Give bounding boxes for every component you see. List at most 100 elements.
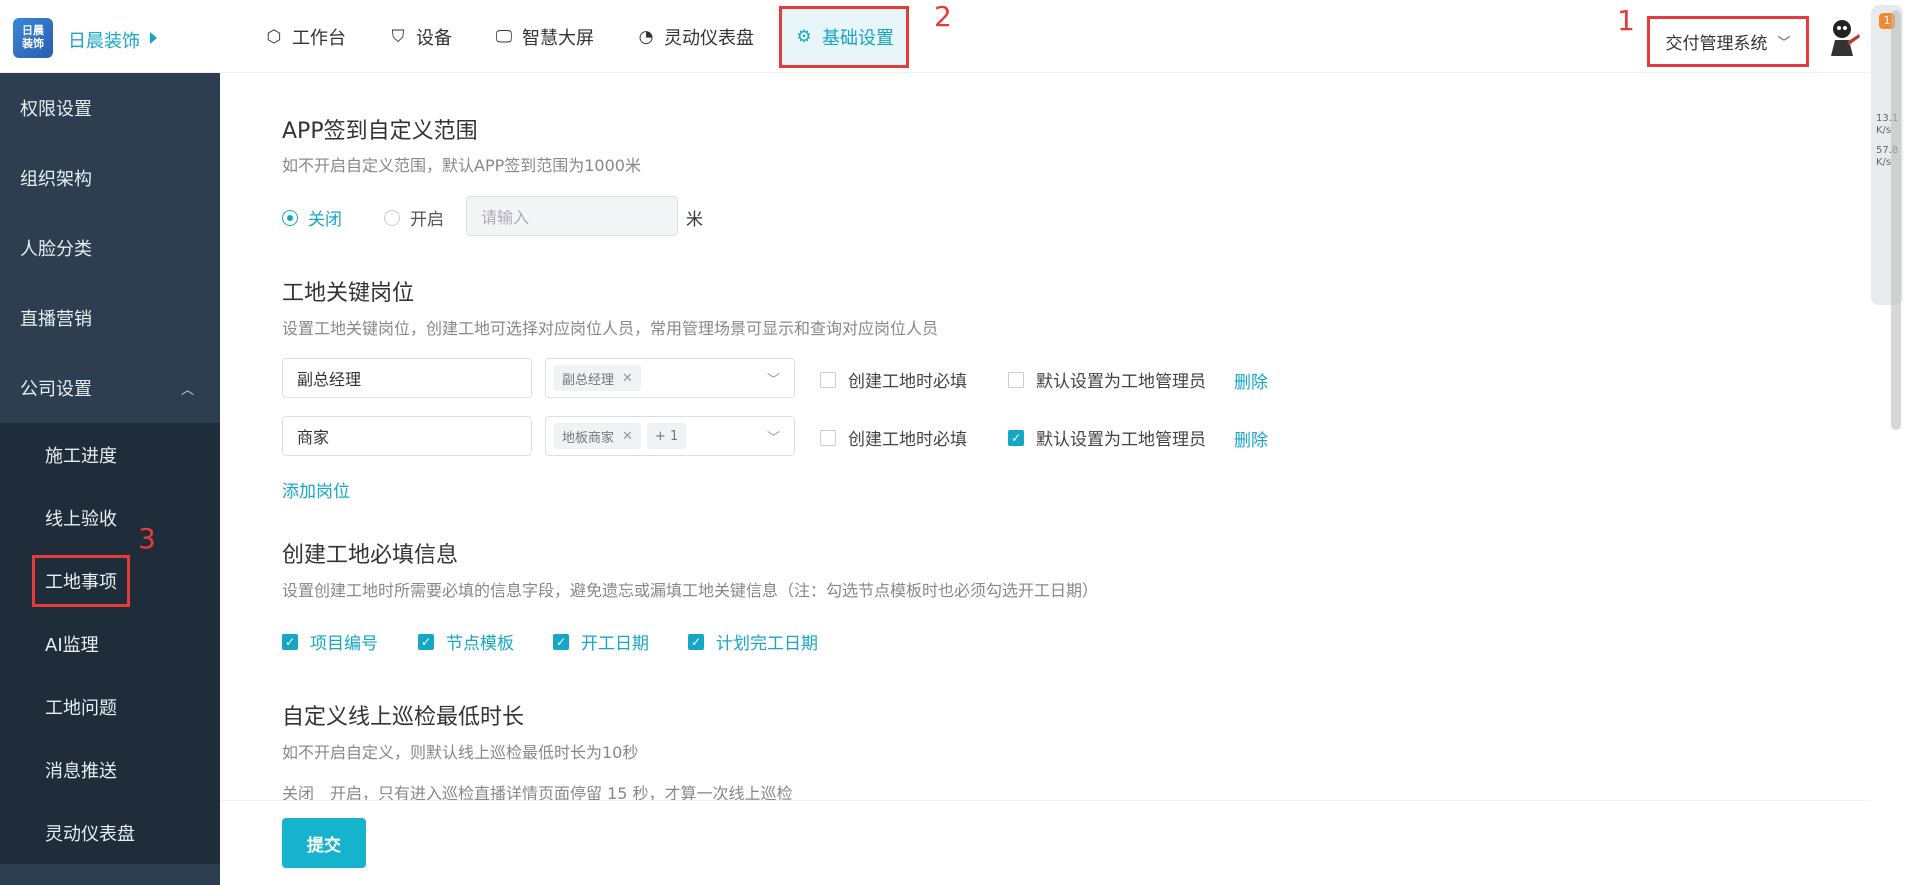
page-scrollbar[interactable] bbox=[1891, 10, 1901, 430]
checkin-radio-on[interactable]: 开启 bbox=[384, 205, 444, 230]
member-tag: 地板商家 ✕ bbox=[554, 423, 641, 449]
sidebar-subitem-label: 施工进度 bbox=[45, 445, 117, 467]
tag-label: 地板商家 bbox=[562, 430, 615, 446]
avatar[interactable] bbox=[1821, 16, 1863, 58]
checkin-range-input[interactable]: 请输入 bbox=[466, 196, 678, 236]
gear-icon: ⚙ bbox=[796, 26, 812, 47]
nav-item-workbench[interactable]: ⬡ 工作台 bbox=[250, 17, 360, 57]
nav-item-dashboard[interactable]: ◔ 灵动仪表盘 bbox=[622, 17, 768, 57]
sidebar-subitem-site-matters[interactable]: 工地事项 bbox=[0, 549, 220, 612]
close-icon[interactable]: ✕ bbox=[622, 429, 633, 444]
checkbox-box: ✓ bbox=[418, 633, 434, 650]
field-checkbox-end-date[interactable]: ✓ 计划完工日期 bbox=[688, 629, 818, 654]
checkbox-box: ✓ bbox=[553, 633, 569, 650]
sidebar-subitem-progress[interactable]: 施工进度 bbox=[0, 423, 220, 486]
role-admin-checkbox[interactable]: 默认设置为工地管理员 bbox=[1008, 367, 1206, 392]
radio-dot bbox=[384, 209, 400, 226]
delete-role-link[interactable]: 删除 bbox=[1234, 426, 1268, 451]
cube-icon: ⬡ bbox=[266, 26, 282, 47]
checkbox-box bbox=[820, 371, 836, 388]
role-name-input[interactable]: 副总经理 bbox=[282, 358, 532, 398]
brand-name[interactable]: 日晨装饰 bbox=[68, 27, 140, 53]
system-select[interactable]: 交付管理系统 ﹀ bbox=[1647, 16, 1809, 67]
sidebar-item-label: 直播营销 bbox=[20, 309, 92, 330]
sidebar-item-live[interactable]: 直播营销 bbox=[0, 283, 220, 353]
submit-button[interactable]: 提交 bbox=[282, 818, 366, 868]
patrol-options-partial: 关闭 开启，只有进入巡检直播详情页面停留 15 秒，才算一次线上巡检 bbox=[282, 784, 793, 800]
brand-logo[interactable]: 日晨 装饰 bbox=[13, 18, 53, 58]
main-nav: ⬡ 工作台 ⛉ 设备 🖵 智慧大屏 ◔ 灵动仪表盘 ⚙ 基础设置 bbox=[250, 0, 920, 73]
chevron-up-icon: ︿ bbox=[180, 382, 194, 398]
range-unit: 米 bbox=[686, 210, 703, 230]
role-admin-checkbox[interactable]: ✓ 默认设置为工地管理员 bbox=[1008, 425, 1206, 450]
caret-right-icon[interactable] bbox=[150, 32, 157, 44]
gauge-icon: ◔ bbox=[638, 26, 654, 47]
sidebar-subitem-ai-supervision[interactable]: AI监理 bbox=[0, 612, 220, 675]
sidebar-subitem-site-issues[interactable]: 工地问题 bbox=[0, 675, 220, 738]
sidebar-item-org[interactable]: 组织架构 bbox=[0, 143, 220, 213]
sidebar-subitem-acceptance[interactable]: 线上验收 bbox=[0, 486, 220, 549]
nav-label: 基础设置 bbox=[822, 27, 894, 49]
role-required-checkbox[interactable]: 创建工地时必填 bbox=[820, 367, 967, 392]
radio-label: 开启 bbox=[410, 210, 444, 230]
nav-item-basic-settings[interactable]: ⚙ 基础设置 bbox=[779, 5, 909, 68]
field-checkbox-project-no[interactable]: ✓ 项目编号 bbox=[282, 629, 378, 654]
checkbox-box: ✓ bbox=[688, 633, 704, 650]
sidebar-subitem-label: 灵动仪表盘 bbox=[45, 823, 135, 845]
delete-role-link[interactable]: 删除 bbox=[1234, 368, 1268, 393]
section-title-checkin: APP签到自定义范围 bbox=[282, 119, 478, 144]
monitor-icon: 🖵 bbox=[495, 26, 513, 47]
add-role-link[interactable]: 添加岗位 bbox=[282, 477, 350, 502]
more-count: + 1 bbox=[654, 428, 679, 444]
system-select-value: 交付管理系统 bbox=[1665, 34, 1768, 54]
role-members-select[interactable]: 副总经理 ✕ ﹀ bbox=[545, 358, 795, 398]
sidebar-item-permissions[interactable]: 权限设置 bbox=[0, 73, 220, 143]
main-content: APP签到自定义范围 如不开启自定义范围，默认APP签到范围为1000米 关闭 … bbox=[220, 73, 1870, 800]
app-root: 日晨 装饰 日晨装饰 ⬡ 工作台 ⛉ 设备 🖵 智慧大屏 ◔ 灵动仪表盘 ⚙ 基础… bbox=[0, 0, 1910, 885]
top-bar: 日晨 装饰 日晨装饰 ⬡ 工作台 ⛉ 设备 🖵 智慧大屏 ◔ 灵动仪表盘 ⚙ 基础… bbox=[0, 0, 1870, 73]
checkbox-label: 开工日期 bbox=[581, 634, 649, 654]
annotation-3: 3 bbox=[138, 522, 156, 555]
sidebar-subitem-label: AI监理 bbox=[45, 634, 99, 656]
checkbox-label: 创建工地时必填 bbox=[848, 430, 967, 450]
field-checkbox-node-template[interactable]: ✓ 节点模板 bbox=[418, 629, 514, 654]
checkbox-box bbox=[1008, 371, 1024, 388]
radio-dot bbox=[282, 209, 298, 226]
radio-label: 关闭 bbox=[308, 210, 342, 230]
sidebar-item-face[interactable]: 人脸分类 bbox=[0, 213, 220, 283]
company-submenu: 施工进度 线上验收 工地事项 AI监理 工地问题 消息推送 灵动仪表盘 bbox=[0, 423, 220, 864]
checkbox-box: ✓ bbox=[282, 633, 298, 650]
nav-item-device[interactable]: ⛉ 设备 bbox=[374, 17, 466, 57]
checkbox-box: ✓ bbox=[1008, 429, 1024, 446]
role-name-input[interactable]: 商家 bbox=[282, 416, 532, 456]
sidebar-subitem-dashboard[interactable]: 灵动仪表盘 bbox=[0, 801, 220, 864]
chevron-down-icon: ﹀ bbox=[766, 373, 780, 388]
sidebar-item-label: 公司设置 bbox=[20, 379, 92, 400]
sidebar-subitem-label: 工地事项 bbox=[32, 554, 130, 607]
role-members-select[interactable]: 地板商家 ✕ + 1 ﹀ bbox=[545, 416, 795, 456]
field-checkbox-start-date[interactable]: ✓ 开工日期 bbox=[553, 629, 649, 654]
checkbox-label: 节点模板 bbox=[446, 634, 514, 654]
chevron-down-icon: ﹀ bbox=[766, 431, 780, 446]
section-desc-required-info: 设置创建工地时所需要必填的信息字段，避免遗忘或漏填工地关键信息（注：勾选节点模板… bbox=[282, 581, 1099, 600]
tag-label: 副总经理 bbox=[562, 372, 615, 388]
sidebar-subitem-push[interactable]: 消息推送 bbox=[0, 738, 220, 801]
nav-label: 灵动仪表盘 bbox=[664, 27, 754, 49]
input-placeholder: 请输入 bbox=[481, 208, 530, 227]
nav-item-smart-screen[interactable]: 🖵 智慧大屏 bbox=[480, 17, 608, 57]
section-desc-checkin: 如不开启自定义范围，默认APP签到范围为1000米 bbox=[282, 156, 641, 175]
chevron-down-icon: ﹀ bbox=[1777, 36, 1791, 51]
role-required-checkbox[interactable]: 创建工地时必填 bbox=[820, 425, 967, 450]
section-desc-patrol: 如不开启自定义，则默认线上巡检最低时长为10秒 bbox=[282, 743, 639, 762]
annotation-1: 1 bbox=[1617, 4, 1635, 37]
sidebar-subitem-label: 消息推送 bbox=[45, 760, 117, 782]
checkin-radio-off[interactable]: 关闭 bbox=[282, 205, 342, 230]
sidebar-item-label: 人脸分类 bbox=[20, 239, 92, 260]
checkbox-box bbox=[820, 429, 836, 446]
input-value: 商家 bbox=[297, 428, 330, 447]
close-icon[interactable]: ✕ bbox=[622, 371, 633, 386]
section-title-patrol: 自定义线上巡检最低时长 bbox=[282, 705, 525, 730]
sidebar-item-company[interactable]: 公司设置 ︿ bbox=[0, 353, 220, 423]
upload-speed-unit: K/s bbox=[1876, 125, 1892, 136]
form-footer: 提交 bbox=[220, 800, 1870, 885]
